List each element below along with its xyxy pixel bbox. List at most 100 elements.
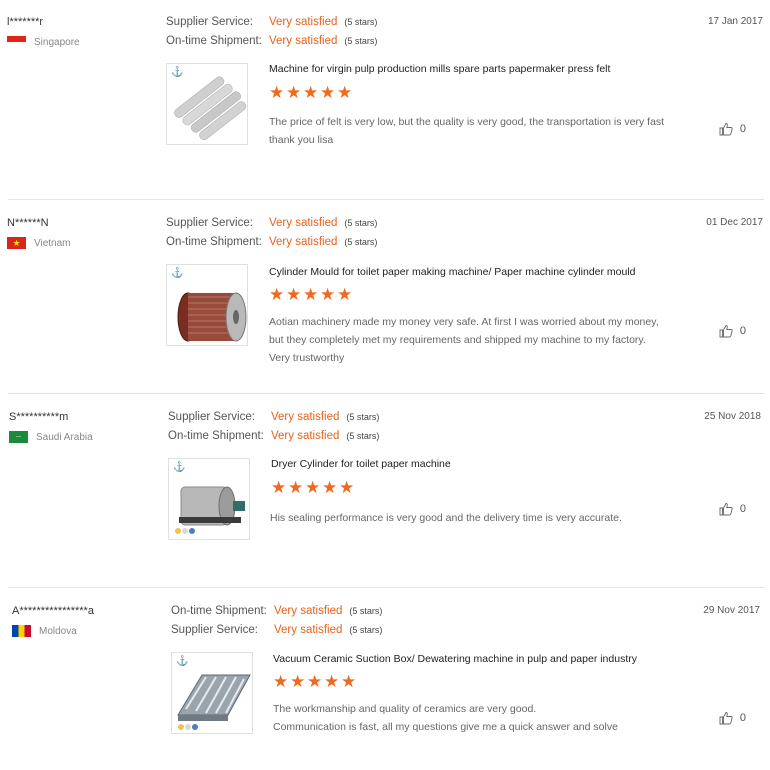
review-separator <box>8 199 764 200</box>
rating-value: Very satisfied <box>269 16 338 28</box>
rating-value: Very satisfied <box>269 236 338 248</box>
comment-line: thank you lisa <box>269 134 334 146</box>
comment-line: Aotian machinery made my money very safe… <box>269 316 659 328</box>
star-icon: ★ <box>337 83 353 102</box>
rating-row: On-time Shipment: Very satisfied (5 star… <box>171 605 382 624</box>
product-title[interactable]: Dryer Cylinder for toilet paper machine <box>271 458 451 470</box>
rating-row: Supplier Service: Very satisfied (5 star… <box>168 411 379 430</box>
star-icon: ★ <box>269 83 285 102</box>
singapore-flag-icon <box>7 36 26 48</box>
rating-label: On-time Shipment: <box>168 430 264 442</box>
country-name: Saudi Arabia <box>36 431 93 443</box>
supplier-logo-icon: ⚓ <box>171 268 184 279</box>
product-thumbnail[interactable]: ⚓ <box>166 63 248 145</box>
rating-stars-text: (5 stars) <box>349 606 383 616</box>
supplier-logo-icon: ⚓ <box>171 67 184 78</box>
comment-line: The price of felt is very low, but the q… <box>269 116 665 128</box>
rating-stars-text: (5 stars) <box>344 237 378 247</box>
country-name: Moldova <box>39 625 77 637</box>
supplier-logo-icon: ⚓ <box>173 462 186 473</box>
star-icon: ★ <box>324 672 340 691</box>
review-date: 01 Dec 2017 <box>706 217 763 228</box>
country-name: Singapore <box>34 36 80 48</box>
review-date: 25 Nov 2018 <box>704 411 761 422</box>
buyer-country: Singapore <box>7 36 80 48</box>
like-button[interactable]: 0 <box>719 711 746 725</box>
rating-label: Supplier Service: <box>171 624 258 636</box>
saudi-arabia-flag-icon: — <box>9 431 28 443</box>
rating-row: Supplier Service: Very satisfied (5 star… <box>171 624 382 643</box>
product-thumbnail[interactable]: ⚓ <box>171 652 253 734</box>
rating-value: Very satisfied <box>274 624 343 636</box>
rating-stars-text: (5 stars) <box>346 431 380 441</box>
star-rating: ★ ★ ★ ★ ★ <box>269 83 353 102</box>
product-thumbnail[interactable]: ⚓ <box>168 458 250 540</box>
star-icon: ★ <box>303 83 319 102</box>
rating-row: On-time Shipment: Very satisfied (5 star… <box>166 35 377 54</box>
star-rating: ★ ★ ★ ★ ★ <box>271 478 354 497</box>
rating-label: On-time Shipment: <box>166 236 262 248</box>
review-item: l*******r Singapore Supplier Service: Ve… <box>0 16 770 196</box>
product-thumbnail[interactable]: ⚓ <box>166 264 248 346</box>
review-separator <box>8 393 764 394</box>
rating-row: Supplier Service: Very satisfied (5 star… <box>166 16 377 35</box>
star-icon: ★ <box>341 672 357 691</box>
rating-row: On-time Shipment: Very satisfied (5 star… <box>166 236 377 255</box>
rating-value: Very satisfied <box>269 217 338 229</box>
product-title[interactable]: Cylinder Mould for toilet paper making m… <box>269 266 636 278</box>
rating-label: On-time Shipment: <box>171 605 267 617</box>
buyer-name: N******N <box>7 217 49 229</box>
review-comment: The workmanship and quality of ceramics … <box>273 700 618 736</box>
rating-value: Very satisfied <box>271 430 340 442</box>
review-item: N******N ★ Vietnam Supplier Service: Ver… <box>0 217 770 392</box>
product-title[interactable]: Vacuum Ceramic Suction Box/ Dewatering m… <box>273 653 637 665</box>
like-count: 0 <box>739 712 746 724</box>
supplier-logo-icon: ⚓ <box>176 656 189 667</box>
rating-stars-text: (5 stars) <box>344 36 378 46</box>
comment-line: but they completely met my requirements … <box>269 334 646 346</box>
review-comment: His sealing performance is very good and… <box>270 509 622 527</box>
buyer-name: S**********m <box>9 411 69 423</box>
review-date: 29 Nov 2017 <box>703 605 760 616</box>
buyer-name: l*******r <box>7 16 44 28</box>
rating-label: Supplier Service: <box>168 411 255 423</box>
review-date: 17 Jan 2017 <box>707 16 763 27</box>
star-icon: ★ <box>288 478 304 497</box>
star-icon: ★ <box>305 478 321 497</box>
rating-summary: Supplier Service: Very satisfied (5 star… <box>166 16 377 54</box>
like-count: 0 <box>739 503 746 515</box>
like-button[interactable]: 0 <box>719 502 746 516</box>
country-name: Vietnam <box>34 237 71 249</box>
star-rating: ★ ★ ★ ★ ★ <box>269 285 352 304</box>
rating-summary: Supplier Service: Very satisfied (5 star… <box>168 411 379 449</box>
star-icon: ★ <box>307 672 323 691</box>
like-button[interactable]: 0 <box>719 324 746 338</box>
rating-value: Very satisfied <box>274 605 343 617</box>
star-icon: ★ <box>271 478 287 497</box>
rating-stars-text: (5 stars) <box>346 412 380 422</box>
rating-value: Very satisfied <box>269 35 338 47</box>
rating-label: On-time Shipment: <box>166 35 262 47</box>
like-count: 0 <box>739 325 746 337</box>
like-button[interactable]: 0 <box>719 122 746 136</box>
rating-label: Supplier Service: <box>166 217 253 229</box>
comment-line: Very trustworthy <box>269 352 345 364</box>
star-rating: ★ ★ ★ ★ ★ <box>273 672 357 691</box>
thumbs-up-icon <box>719 503 733 516</box>
rating-stars-text: (5 stars) <box>344 218 378 228</box>
star-icon: ★ <box>286 285 302 304</box>
buyer-country: ★ Vietnam <box>7 237 71 249</box>
review-separator <box>8 587 764 588</box>
rating-stars-text: (5 stars) <box>344 17 378 27</box>
thumbs-up-icon <box>719 325 733 338</box>
rating-summary: Supplier Service: Very satisfied (5 star… <box>166 217 377 255</box>
product-title[interactable]: Machine for virgin pulp production mills… <box>269 63 610 75</box>
rating-label: Supplier Service: <box>166 16 253 28</box>
thumbs-up-icon <box>719 123 733 136</box>
comment-line: The workmanship and quality of ceramics … <box>273 703 537 715</box>
star-icon: ★ <box>286 83 302 102</box>
buyer-country: — Saudi Arabia <box>9 431 93 443</box>
buyer-name: A****************a <box>12 605 94 617</box>
star-icon: ★ <box>269 285 285 304</box>
comment-line: Communication is fast, all my questions … <box>273 721 618 733</box>
